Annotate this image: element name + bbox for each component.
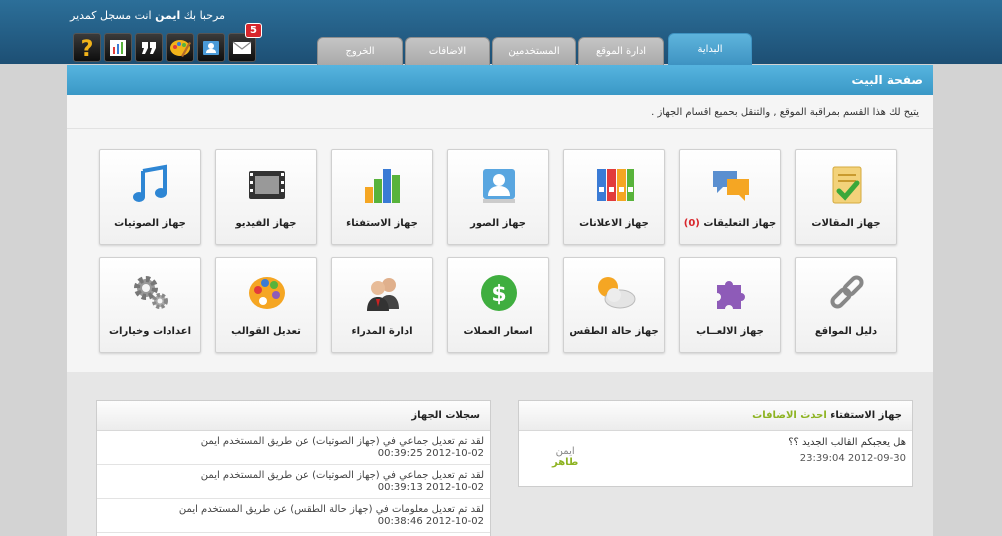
tiles-grid: جهاز المقالات جهاز التعليقات (0) جهاز ال… — [67, 129, 933, 372]
contacts-button[interactable] — [197, 33, 225, 62]
poll-box-title: جهاز الاستفتاء — [830, 410, 902, 421]
poll-item[interactable]: هل يعجبكم القالب الجديد ؟؟ 2012-09-30 23… — [519, 431, 912, 481]
tile-weather[interactable]: جهاز حالة الطقس — [563, 257, 665, 353]
poll-question[interactable]: هل يعجبكم القالب الجديد ؟؟ — [788, 437, 906, 448]
lower-section: جهاز الاستفتاء احدث الاضافات هل يعجبكم ا… — [67, 372, 933, 536]
palette-icon — [170, 39, 191, 57]
log-entry-text: لقد تم تعديل جماعي في (جهاز الصوتيات) عن… — [200, 436, 484, 447]
gears-icon — [134, 276, 168, 309]
tab-users[interactable]: المستخدمين — [492, 37, 576, 65]
tile-label: جهاز المقالات — [811, 218, 881, 229]
film-icon — [249, 171, 285, 199]
welcome-suffix: انت مسجل كمدير — [70, 9, 152, 22]
svg-text:$: $ — [491, 282, 506, 307]
themes-button[interactable] — [166, 33, 194, 62]
tab-logout[interactable]: الخروج — [317, 37, 403, 65]
tile-ads[interactable]: جهاز الاعلانات — [563, 149, 665, 245]
link-icon — [830, 275, 864, 309]
page-description: يتيح لك هذا القسم بمراقبة الموقع , والتن… — [651, 107, 919, 118]
tile-label: اعدادات وخيارات — [108, 326, 192, 337]
quote-icon — [142, 41, 156, 54]
poll-box-subtitle: احدث الاضافات — [752, 410, 827, 421]
tile-audio[interactable]: جهاز الصوتيات — [99, 149, 201, 245]
log-entry-date: 2012-10-02 00:39:13 — [377, 482, 484, 493]
poll-box-header: جهاز الاستفتاء احدث الاضافات — [519, 401, 912, 431]
tile-label: جهاز الالعــاب — [696, 326, 764, 337]
tile-articles[interactable]: جهاز المقالات — [795, 149, 897, 245]
tab-home[interactable]: البداية — [668, 33, 752, 65]
notification-badge[interactable]: 5 — [245, 23, 262, 38]
log-box-header: سجلات الجهاز — [97, 401, 490, 431]
tile-label: جهاز التعليقات (0) — [680, 218, 780, 229]
poll-author-name[interactable]: طاهر — [552, 457, 578, 468]
help-icon: ? — [81, 37, 94, 59]
users-icon — [367, 278, 399, 311]
svg-text:?: ? — [81, 37, 94, 59]
tile-label: جهاز الفيديو — [235, 218, 297, 229]
comments-icon — [713, 171, 749, 201]
tile-label: جهاز الاستفتاء — [346, 218, 418, 229]
log-entry: لقد تم تعديل معلومات في (جهاز حالة الطقس… — [97, 499, 490, 533]
weather-icon — [598, 277, 636, 309]
statistics-button[interactable] — [104, 33, 132, 62]
log-entry-text: لقد تم تعديل معلومات في (جهاز حالة الطقس… — [178, 504, 484, 515]
bar-chart-icon — [365, 169, 400, 203]
page-title: صفحة البيت — [67, 65, 933, 95]
comments-count: (0) — [683, 218, 700, 229]
tile-comments[interactable]: جهاز التعليقات (0) — [679, 149, 781, 245]
log-entry: لقد تم تعديل جماعي في (جهاز الصوتيات) عن… — [97, 431, 490, 465]
tile-settings[interactable]: اعدادات وخيارات — [99, 257, 201, 353]
help-button[interactable]: ? — [73, 33, 101, 62]
tile-photos[interactable]: جهاز الصور — [447, 149, 549, 245]
tab-site-management[interactable]: ادارة الموقع — [578, 37, 664, 65]
poll-datetime: 2012-09-30 23:39:04 — [799, 453, 906, 464]
tile-templates[interactable]: تعديل القوالب — [215, 257, 317, 353]
tile-label-text: جهاز التعليقات — [703, 218, 777, 229]
mail-icon — [232, 41, 252, 54]
tile-videos[interactable]: جهاز الفيديو — [215, 149, 317, 245]
poll-author: ايمن طاهر — [552, 446, 578, 468]
top-header: مرحبا بك ايمن انت مسجل كمدير ? 5 البداية… — [0, 0, 1002, 65]
tile-label: اسعار العملات — [463, 326, 533, 337]
tile-label: جهاز حالة الطقس — [569, 326, 659, 337]
poll-box: جهاز الاستفتاء احدث الاضافات هل يعجبكم ا… — [518, 400, 913, 487]
puzzle-icon — [717, 281, 745, 309]
tile-label: جهاز الصوتيات — [114, 218, 186, 229]
quotes-button[interactable] — [135, 33, 163, 62]
tile-label: ادارة المدراء — [351, 326, 413, 337]
tile-admins[interactable]: ادارة المدراء — [331, 257, 433, 353]
dollar-icon: $ — [481, 275, 517, 311]
chart-icon — [110, 39, 126, 56]
music-note-icon — [133, 164, 167, 202]
welcome-user-name[interactable]: ايمن — [155, 9, 180, 22]
log-entry-date: 2012-10-02 00:39:25 — [377, 448, 484, 459]
main-panel: صفحة البيت يتيح لك هذا القسم بمراقبة الم… — [67, 65, 933, 536]
article-icon — [832, 166, 862, 204]
tile-label: تعديل القوالب — [231, 326, 301, 337]
contact-card-icon — [203, 40, 219, 55]
tile-label: دليل المواقع — [814, 326, 878, 337]
log-box: سجلات الجهاز لقد تم تعديل جماعي في (جهاز… — [96, 400, 491, 536]
welcome-prefix: مرحبا بك — [183, 9, 226, 22]
tile-games[interactable]: جهاز الالعــاب — [679, 257, 781, 353]
palette-icon — [249, 277, 285, 309]
photo-icon — [483, 169, 515, 203]
tile-polls[interactable]: جهاز الاستفتاء — [331, 149, 433, 245]
binders-icon — [597, 169, 634, 201]
tile-site-directory[interactable]: دليل المواقع — [795, 257, 897, 353]
log-entry-text: لقد تم تعديل جماعي في (جهاز الصوتيات) عن… — [200, 470, 484, 481]
tab-addons[interactable]: الاضافات — [405, 37, 490, 65]
tile-label: جهاز الصور — [470, 218, 526, 229]
log-entry-date: 2012-10-02 00:38:46 — [377, 516, 484, 527]
poll-author-label: ايمن — [555, 446, 575, 457]
tile-label: جهاز الاعلانات — [579, 218, 649, 229]
log-entry: لقد تم تعديل جماعي في (جهاز الصوتيات) عن… — [97, 465, 490, 499]
tile-currency[interactable]: $ اسعار العملات — [447, 257, 549, 353]
welcome-message: مرحبا بك ايمن انت مسجل كمدير — [70, 9, 225, 22]
